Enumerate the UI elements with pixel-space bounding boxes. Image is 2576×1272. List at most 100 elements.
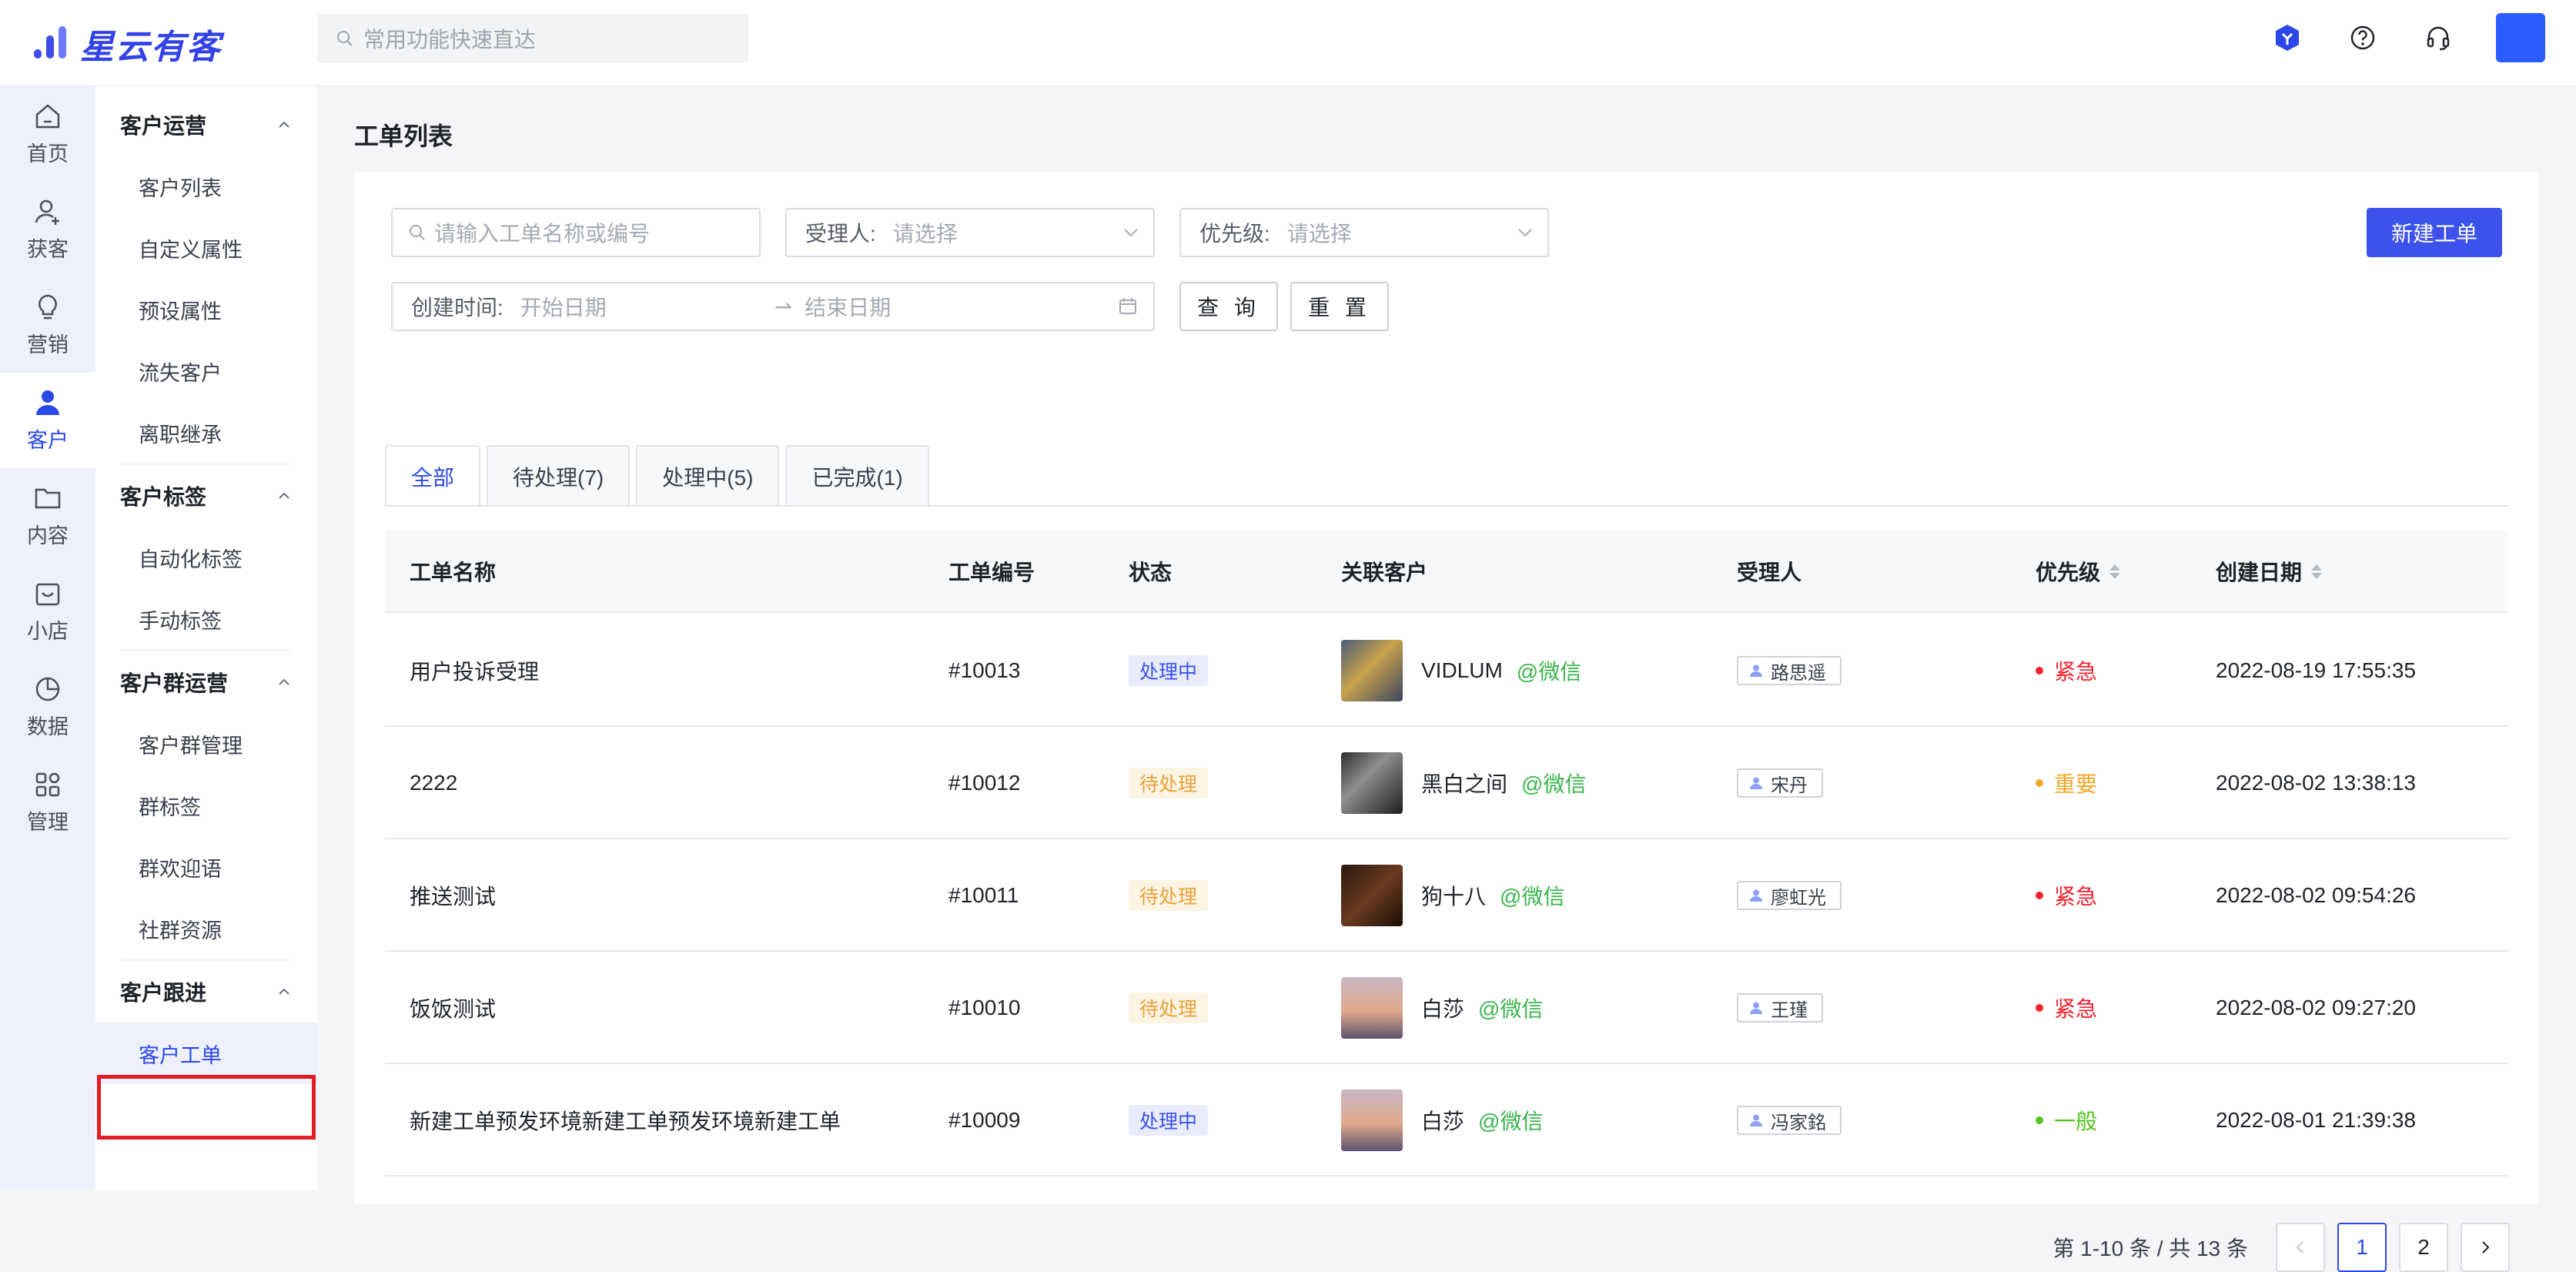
rail-item-marketing[interactable]: 营销 <box>0 277 95 373</box>
menu-item-manual-tags[interactable]: 手动标签 <box>95 588 317 650</box>
priority-cell: 紧急 <box>2036 839 2097 952</box>
headset-icon[interactable] <box>2422 22 2454 54</box>
user-avatar[interactable] <box>2496 13 2545 62</box>
table-row[interactable]: 推送测试 #10011 待处理 狗十八 @微信 廖虹光 紧急 2022-08-02 09:54… <box>385 839 2508 952</box>
work-order-name[interactable]: 用户投诉受理 <box>410 614 539 727</box>
menu-item-group-management[interactable]: 客户群管理 <box>95 713 317 775</box>
linked-customer[interactable]: 黑白之间 @微信 <box>1341 727 1586 839</box>
menu-item-lost-customers[interactable]: 流失客户 <box>95 340 317 402</box>
priority-cell: 紧急 <box>2036 614 2097 727</box>
page-button-2[interactable]: 2 <box>2399 1223 2448 1272</box>
cube-badge-icon[interactable] <box>2271 22 2303 54</box>
column-header-id: 工单编号 <box>948 561 1035 584</box>
column-header-assignee: 受理人 <box>1737 561 1802 584</box>
start-date-input[interactable]: 开始日期 <box>520 291 774 322</box>
menu-item-group-tags[interactable]: 群标签 <box>95 775 317 836</box>
work-order-id: #10013 <box>948 658 1021 682</box>
status-tabs: 全部 待处理(7) 处理中(5) 已完成(1) <box>385 445 935 507</box>
menu-item-auto-tags[interactable]: 自动化标签 <box>95 527 317 588</box>
work-order-name[interactable]: 2222 <box>410 727 457 839</box>
work-order-name[interactable]: 推送测试 <box>410 839 496 952</box>
user-icon <box>1750 1114 1762 1126</box>
menu-group-customer-ops[interactable]: 客户运营 <box>95 94 317 156</box>
work-order-id: #10010 <box>948 996 1021 1019</box>
chevron-up-icon <box>279 492 289 499</box>
user-icon <box>1750 1002 1762 1014</box>
chevron-right-icon <box>2482 1241 2490 1254</box>
work-order-name[interactable]: 新建工单预发环境新建工单预发环境新建工单 <box>410 1064 841 1177</box>
next-page-button[interactable] <box>2461 1223 2510 1272</box>
tab-pending[interactable]: 待处理(7) <box>487 445 631 507</box>
page-button-1[interactable]: 1 <box>2337 1223 2387 1272</box>
table-row[interactable]: 用户投诉受理 #10013 处理中 VIDLUM @微信 路思遥 紧急 2022-08-19 … <box>385 614 2508 727</box>
column-header-priority[interactable]: 优先级 <box>2036 530 2121 613</box>
app-name: 星云有客 <box>80 28 222 67</box>
help-circle-icon[interactable] <box>2347 22 2379 54</box>
sort-icon[interactable] <box>2109 564 2121 579</box>
global-search-input[interactable]: 常用功能快速直达 <box>317 14 748 63</box>
work-order-search-input[interactable]: 请输入工单名称或编号 <box>391 208 761 257</box>
priority-dot <box>2036 1116 2043 1124</box>
assignee-tag: 王瑾 <box>1737 993 1823 1023</box>
customer-name: 白莎 <box>1421 997 1465 1021</box>
rail-item-content[interactable]: 内容 <box>0 468 95 564</box>
rail-item-customer[interactable]: 客户 <box>0 373 95 468</box>
user-icon <box>1750 777 1762 789</box>
priority-cell: 重要 <box>2036 727 2097 839</box>
rail-item-data[interactable]: 数据 <box>0 659 95 755</box>
table-row[interactable]: 新建工单预发环境新建工单预发环境新建工单 #10009 处理中 白莎 @微信 冯家銘 一般 2… <box>385 1064 2508 1177</box>
menu-item-community-resources[interactable]: 社群资源 <box>95 898 317 959</box>
work-order-name[interactable]: 饭饭测试 <box>410 952 496 1064</box>
menu-item-group-welcome[interactable]: 群欢迎语 <box>95 836 317 898</box>
prev-page-button[interactable] <box>2276 1223 2325 1272</box>
menu-item-resignation-inherit[interactable]: 离职继承 <box>95 402 317 464</box>
rail-item-shop[interactable]: 小店 <box>0 564 95 659</box>
top-bar: 星云有客 常用功能快速直达 <box>0 0 2576 86</box>
range-arrow-icon: ⇀ <box>774 294 793 319</box>
global-search-placeholder: 常用功能快速直达 <box>363 28 537 52</box>
table-row[interactable]: 2222 #10012 待处理 黑白之间 @微信 宋丹 重要 2022-08-02 13:38… <box>385 727 2508 839</box>
menu-group-group-ops[interactable]: 客户群运营 <box>95 651 317 713</box>
wechat-channel-label: @微信 <box>1516 660 1582 684</box>
rail-item-manage[interactable]: 管理 <box>0 755 95 850</box>
linked-customer[interactable]: 白莎 @微信 <box>1341 952 1543 1064</box>
rail-item-acquire[interactable]: 获客 <box>0 182 95 277</box>
menu-group-follow-up[interactable]: 客户跟进 <box>95 961 317 1023</box>
chevron-up-icon <box>279 988 289 995</box>
end-date-input[interactable]: 结束日期 <box>805 291 891 322</box>
linked-customer[interactable]: 狗十八 @微信 <box>1341 839 1564 952</box>
assignee-select[interactable]: 受理人: 请选择 <box>785 208 1155 257</box>
app-logo[interactable]: 星云有客 <box>32 17 222 71</box>
menu-item-preset-attributes[interactable]: 预设属性 <box>95 279 317 340</box>
customer-avatar <box>1341 1090 1403 1151</box>
sort-icon[interactable] <box>2311 564 2323 579</box>
new-work-order-button[interactable]: 新建工单 <box>2367 208 2502 257</box>
linked-customer[interactable]: 白莎 @微信 <box>1341 1064 1543 1177</box>
menu-item-custom-attributes[interactable]: 自定义属性 <box>95 217 317 279</box>
priority-select[interactable]: 优先级: 请选择 <box>1179 208 1549 257</box>
linked-customer[interactable]: VIDLUM @微信 <box>1341 614 1581 727</box>
wechat-channel-label: @微信 <box>1500 885 1565 909</box>
created-date: 2022-08-02 09:27:20 <box>2216 996 2416 1019</box>
menu-group-customer-tags[interactable]: 客户标签 <box>95 465 317 527</box>
calendar-icon <box>1119 298 1136 314</box>
menu-item-customer-list[interactable]: 客户列表 <box>95 156 317 217</box>
assignee-tag: 冯家銘 <box>1737 1106 1842 1135</box>
pie-chart-icon <box>35 677 60 701</box>
status-badge: 处理中 <box>1129 655 1209 686</box>
work-order-id: #10011 <box>948 883 1019 907</box>
pagination-summary: 第 1-10 条 / 共 13 条 <box>2052 1237 2248 1260</box>
reset-button[interactable]: 重 置 <box>1290 282 1389 331</box>
tab-completed[interactable]: 已完成(1) <box>785 445 929 507</box>
tab-all[interactable]: 全部 <box>385 445 481 507</box>
assignee-tag: 路思遥 <box>1737 656 1842 685</box>
chevron-left-icon <box>2296 1241 2303 1254</box>
table-row[interactable]: 饭饭测试 #10010 待处理 白莎 @微信 王瑾 紧急 2022-08-02 09:27:2… <box>385 952 2508 1064</box>
tab-in-progress[interactable]: 处理中(5) <box>636 445 780 507</box>
wechat-channel-label: @微信 <box>1478 1110 1544 1133</box>
date-range-picker[interactable]: 创建时间: 开始日期 ⇀ 结束日期 <box>391 282 1155 331</box>
query-button[interactable]: 查 询 <box>1179 282 1278 331</box>
column-header-status: 状态 <box>1129 561 1173 584</box>
column-header-date[interactable]: 创建日期 <box>2216 530 2323 613</box>
rail-item-home[interactable]: 首页 <box>0 86 95 182</box>
